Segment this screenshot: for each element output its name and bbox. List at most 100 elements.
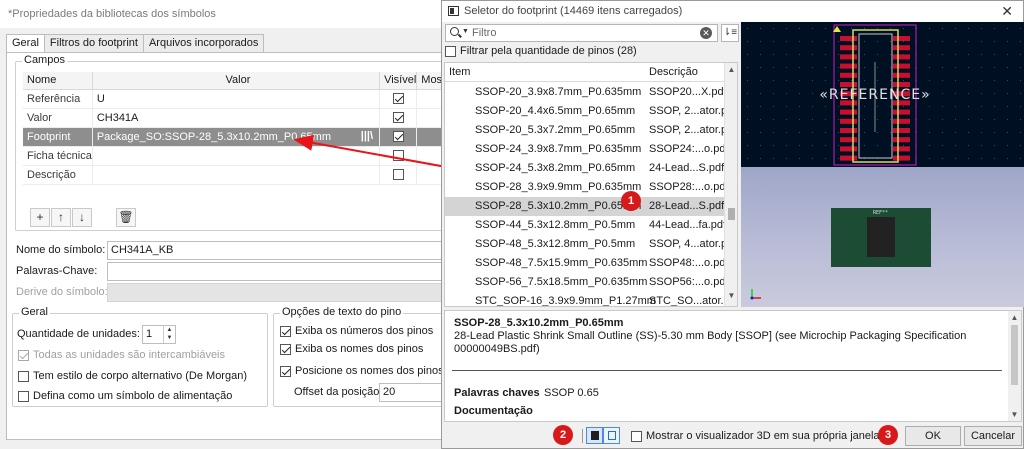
visible-checkbox[interactable] (392, 169, 404, 181)
pad (893, 128, 910, 133)
column-header-item[interactable]: Item (449, 66, 470, 78)
column-header-name[interactable]: Nome (23, 72, 93, 90)
scrollbar-thumb[interactable] (728, 208, 735, 220)
show-pin-names-checkbox[interactable]: Exiba os nomes dos pinos (280, 343, 423, 355)
grid-dot (812, 54, 813, 55)
column-header-value[interactable]: Valor (92, 72, 381, 90)
list-item[interactable]: SSOP-28_5.3x10.2mm_P0.65mm 28-Lead...S.pd… (445, 197, 725, 216)
list-item[interactable]: SSOP-20_3.9x8.7mm_P0.635mm SSOP20...X.pdf… (445, 83, 725, 102)
checkbox-icon[interactable] (280, 343, 291, 355)
trash-icon[interactable]: 🗑 (116, 208, 136, 227)
pin-count-filter-checkbox[interactable]: Filtrar pela quantidade de pinos (28) (445, 45, 637, 57)
grid-dot (838, 145, 839, 146)
grid-dot (968, 93, 969, 94)
visible-checkbox[interactable] (392, 112, 404, 124)
grid-dot (903, 80, 904, 81)
details-scrollbar[interactable]: ▲ ▼ (1008, 311, 1021, 421)
scroll-down-icon[interactable]: ▼ (1008, 410, 1021, 419)
footprint-3d-preview[interactable]: REF** (741, 167, 1024, 307)
tab-footprint-filters[interactable]: Filtros do footprint (43, 34, 144, 52)
visible-checkbox[interactable] (392, 131, 404, 143)
scroll-up-icon[interactable]: ▲ (1008, 313, 1021, 322)
grid-dot (825, 67, 826, 68)
plus-icon[interactable]: + (30, 208, 50, 227)
table-row[interactable]: Valor CH341A (23, 108, 464, 128)
show-3d-model-button[interactable] (603, 427, 620, 444)
checkbox-icon[interactable] (280, 365, 291, 377)
show-2d-footprint-button[interactable] (586, 427, 603, 444)
field-value[interactable] (92, 165, 381, 185)
keywords-input[interactable] (107, 262, 471, 281)
power-symbol-checkbox[interactable]: Defina como um símbolo de alimentação (18, 390, 232, 402)
reference-text: «REFERENCE» (819, 87, 930, 103)
checkbox-icon[interactable] (631, 430, 642, 442)
filter-field[interactable]: ▼ ✕ (445, 24, 718, 42)
list-item[interactable]: SSOP-28_3.9x9.9mm_P0.635mm SSOP28:...o.pd… (445, 178, 725, 197)
grid-dot (799, 67, 800, 68)
de-morgan-checkbox[interactable]: Tem estilo de corpo alternativo (De Morg… (18, 370, 247, 382)
table-row[interactable]: Ficha técnica (23, 146, 464, 166)
list-item[interactable]: STC_SOP-16_3.9x9.9mm_P1.27mm STC_SO...ato… (445, 292, 725, 306)
grid-dot (994, 145, 995, 146)
visible-checkbox[interactable] (392, 93, 404, 105)
tab-embedded-files[interactable]: Arquivos incorporados (142, 34, 265, 52)
clear-icon[interactable]: ✕ (700, 27, 712, 39)
footprint-item-description: SSOP28:...o.pdf) (649, 181, 725, 193)
symbol-name-input[interactable]: CH341A_KB (107, 241, 471, 260)
table-row[interactable]: Referência U (23, 89, 464, 109)
field-value[interactable] (92, 146, 381, 166)
field-value[interactable]: CH341A (92, 108, 381, 128)
footprint-2d-preview[interactable]: «REFERENCE» (741, 22, 1024, 167)
chevron-down-icon[interactable]: ▼ (462, 28, 469, 35)
pin-names-inside-checkbox[interactable]: Posicione os nomes dos pinos no (280, 365, 459, 377)
tab-general[interactable]: Geral (6, 34, 45, 53)
show-3d-viewer-label: Mostrar o visualizador 3D em sua própria… (646, 430, 880, 442)
footprint-value[interactable]: Package_SO:SSOP-28_5.3x10.2mm_P0.65mm (97, 131, 331, 143)
footprint-list[interactable]: Item Descrição SSOP-20_3.9x8.7mm_P0.635m… (444, 62, 738, 307)
grid-dot (1007, 158, 1008, 159)
show-pin-numbers-checkbox[interactable]: Exiba os números dos pinos (280, 325, 433, 337)
field-value[interactable]: Package_SO:SSOP-28_5.3x10.2mm_P0.65mm ||… (92, 127, 381, 147)
ok-button[interactable]: OK (905, 426, 961, 446)
list-item[interactable]: SSOP-20_5.3x7.2mm_P0.65mm SSOP, 2...ator.… (445, 121, 725, 140)
table-row[interactable]: Footprint Package_SO:SSOP-28_5.3x10.2mm_… (23, 127, 464, 147)
list-item[interactable]: SSOP-24_5.3x8.2mm_P0.65mm 24-Lead...S.pdf… (445, 159, 725, 178)
visible-checkbox[interactable] (392, 150, 404, 162)
close-icon[interactable]: ✕ (1001, 1, 1013, 22)
fields-group-title: Campos (22, 54, 67, 66)
cancel-button[interactable]: Cancelar (964, 426, 1022, 446)
list-item[interactable]: SSOP-56_7.5x18.5mm_P0.635mm SSOP56:...o.p… (445, 273, 725, 292)
grid-dot (877, 145, 878, 146)
list-item[interactable]: SSOP-44_5.3x12.8mm_P0.5mm 44-Lead...fa.pd… (445, 216, 725, 235)
field-value[interactable]: U (92, 89, 381, 109)
list-item[interactable]: SSOP-24_3.9x8.7mm_P0.635mm SSOP24:...o.pd… (445, 140, 725, 159)
grid-dot (786, 67, 787, 68)
table-row[interactable]: Descrição (23, 165, 464, 185)
arrow-up-icon[interactable]: ↑ (51, 208, 71, 227)
grid-dot (864, 41, 865, 42)
interchangeable-checkbox: Todas as unidades são intercambiáveis (18, 349, 225, 361)
scroll-down-icon[interactable]: ▼ (725, 291, 737, 304)
grid-dot (942, 80, 943, 81)
list-scrollbar[interactable]: ▲ ▼ (724, 63, 737, 306)
checkbox-icon[interactable] (18, 390, 29, 402)
column-header-visible[interactable]: Visível (379, 72, 418, 90)
arrow-down-icon[interactable]: ↓ (72, 208, 92, 227)
footprint-details: SSOP-28_5.3x10.2mm_P0.65mm 28-Lead Plast… (444, 310, 1022, 422)
checkbox-icon[interactable] (445, 45, 456, 57)
checkbox-icon[interactable] (18, 370, 29, 382)
list-item[interactable]: SSOP-20_4.4x6.5mm_P0.65mm SSOP, 2...ator.… (445, 102, 725, 121)
column-header-description[interactable]: Descrição (649, 66, 698, 78)
sort-icon[interactable]: ⇂≡ (721, 24, 739, 42)
spin-arrows-icon[interactable]: ▲ ▼ (163, 326, 175, 343)
scrollbar-thumb[interactable] (1011, 325, 1018, 385)
checkbox-icon[interactable] (280, 325, 291, 337)
show-3d-viewer-checkbox[interactable]: Mostrar o visualizador 3D em sua própria… (631, 430, 880, 442)
units-spinbox[interactable]: 1 ▲ ▼ (142, 325, 176, 344)
library-browser-icon[interactable]: |||\ (361, 130, 373, 142)
filter-input[interactable] (472, 26, 692, 40)
list-item[interactable]: SSOP-48_7.5x15.9mm_P0.635mm SSOP48:...o.p… (445, 254, 725, 273)
footprint-item-name: SSOP-20_3.9x8.7mm_P0.635mm (475, 86, 642, 98)
list-item[interactable]: SSOP-48_5.3x12.8mm_P0.5mm SSOP, 4...ator.… (445, 235, 725, 254)
scroll-up-icon[interactable]: ▲ (725, 65, 737, 78)
